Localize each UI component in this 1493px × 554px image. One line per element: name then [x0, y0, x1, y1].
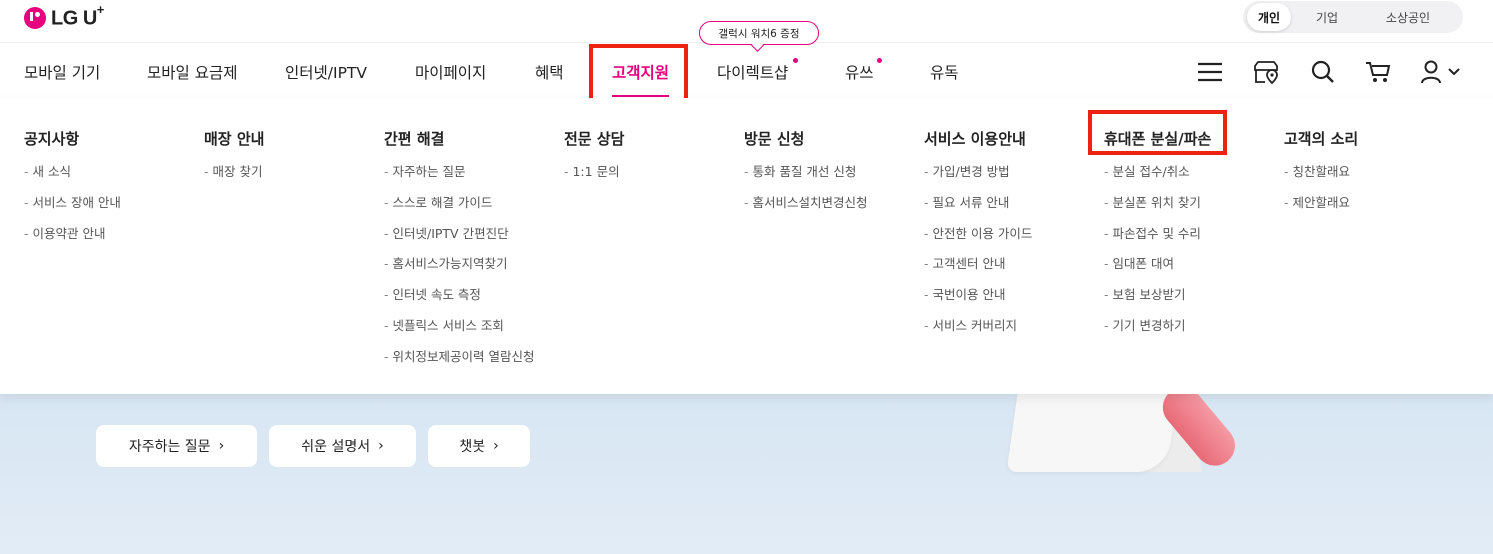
user-menu-icon[interactable] — [1420, 60, 1464, 84]
cart-icon[interactable] — [1365, 60, 1391, 84]
nav-benefits[interactable]: 혜택 — [535, 61, 564, 83]
menu-link-cs-center[interactable]: 고객센터 안내 — [924, 257, 1032, 288]
menu-link-lost-report[interactable]: 분실 접수/취소 — [1104, 165, 1211, 196]
menu-column-lost-damaged: 휴대폰 분실/파손 분실 접수/취소 분실폰 위치 찾기 파손접수 및 수리 임… — [1104, 128, 1211, 350]
menu-link-home-install[interactable]: 홈서비스설치변경신청 — [744, 195, 867, 227]
search-icon[interactable] — [1310, 60, 1336, 84]
menu-link-news[interactable]: 새 소식 — [24, 165, 121, 196]
menu-link-inquiry[interactable]: 1:1 문의 — [564, 165, 624, 196]
chevron-right-icon: › — [493, 438, 499, 454]
chevron-right-icon: › — [218, 438, 225, 454]
chatbot-button[interactable]: 챗봇 › — [428, 425, 530, 467]
chatbot-button-label: 챗봇 — [459, 439, 486, 455]
customer-type-switch: 개인 기업 소상공인 — [1243, 1, 1463, 33]
segment-business[interactable]: 기업 — [1291, 3, 1363, 31]
nav-youth-label: 유쓰 — [845, 64, 874, 82]
easy-guide-button[interactable]: 쉬운 설명서 › — [269, 425, 416, 467]
menu-title-notice[interactable]: 공지사항 — [24, 128, 121, 149]
menu-link-number-use[interactable]: 국번이용 안내 — [924, 288, 1032, 319]
menu-title-visit[interactable]: 방문 신청 — [744, 128, 868, 149]
lgu-logo[interactable]: LG U+ — [24, 2, 104, 30]
menu-link-find-phone[interactable]: 분실폰 위치 찾기 — [1104, 195, 1211, 227]
menu-column-self-help: 간편 해결 자주하는 질문 스스로 해결 가이드 인터넷/IPTV 간편진단 홈… — [384, 128, 534, 381]
menu-link-join-change[interactable]: 가입/변경 방법 — [924, 165, 1032, 196]
menu-link-documents[interactable]: 필요 서류 안내 — [924, 195, 1032, 227]
nav-mobile-devices[interactable]: 모바일 기기 — [24, 61, 100, 83]
menu-title-self-help[interactable]: 간편 해결 — [384, 128, 534, 149]
nav-direct-shop[interactable]: 다이렉트샵 — [717, 58, 798, 83]
menu-title-consult[interactable]: 전문 상담 — [564, 128, 624, 149]
menu-link-self-guide[interactable]: 스스로 해결 가이드 — [384, 195, 534, 227]
store-map-icon[interactable] — [1253, 60, 1279, 84]
nav-direct-shop-label: 다이렉트샵 — [717, 64, 789, 82]
decorative-paper — [1006, 394, 1178, 472]
menu-link-speed-test[interactable]: 인터넷 속도 측정 — [384, 288, 534, 319]
menu-link-coverage[interactable]: 서비스 커버리지 — [924, 319, 1032, 350]
menu-link-terms[interactable]: 이용약관 안내 — [24, 226, 121, 258]
nav-youth[interactable]: 유쓰 — [845, 58, 882, 83]
menu-link-rental-phone[interactable]: 임대폰 대여 — [1104, 257, 1211, 288]
menu-column-consult: 전문 상담 1:1 문의 — [564, 128, 624, 196]
menu-link-location-history[interactable]: 위치정보제공이력 열람신청 — [384, 349, 534, 381]
mega-menu: 공지사항 새 소식 서비스 장애 안내 이용약관 안내 매장 안내 매장 찾기 … — [0, 98, 1493, 394]
menu-link-call-quality[interactable]: 통화 품질 개선 신청 — [744, 165, 868, 196]
menu-link-outage[interactable]: 서비스 장애 안내 — [24, 195, 120, 227]
menu-link-safe-use[interactable]: 안전한 이용 가이드 — [924, 226, 1032, 258]
segment-personal[interactable]: 개인 — [1247, 3, 1291, 31]
easy-guide-button-label: 쉬운 설명서 — [301, 439, 371, 455]
nav-mypage[interactable]: 마이페이지 — [415, 61, 486, 83]
nav-internet-iptv[interactable]: 인터넷/IPTV — [285, 61, 367, 83]
menu-link-service-area[interactable]: 홈서비스가능지역찾기 — [384, 257, 534, 288]
menu-title-voice[interactable]: 고객의 소리 — [1284, 128, 1358, 149]
faq-button[interactable]: 자주하는 질문 › — [96, 425, 257, 467]
menu-title-store[interactable]: 매장 안내 — [204, 128, 264, 149]
menu-link-praise[interactable]: 칭찬할래요 — [1284, 165, 1358, 196]
highlight-box-lost-damaged — [1088, 110, 1227, 155]
menu-link-quick-diagnosis[interactable]: 인터넷/IPTV 간편진단 — [384, 226, 534, 258]
menu-column-notice: 공지사항 새 소식 서비스 장애 안내 이용약관 안내 — [24, 128, 121, 257]
lg-logo-icon — [24, 7, 46, 29]
menu-icon[interactable] — [1197, 60, 1223, 84]
menu-column-store: 매장 안내 매장 찾기 — [204, 128, 264, 196]
menu-link-suggest[interactable]: 제안할래요 — [1284, 195, 1358, 227]
logo-text: LG U+ — [51, 2, 104, 30]
faq-button-label: 자주하는 질문 — [128, 439, 211, 455]
chevron-right-icon: › — [378, 438, 384, 454]
new-dot-icon — [793, 58, 798, 63]
nav-mobile-plans[interactable]: 모바일 요금제 — [147, 61, 238, 83]
menu-column-service-guide: 서비스 이용안내 가입/변경 방법 필요 서류 안내 안전한 이용 가이드 고객… — [924, 128, 1032, 350]
menu-link-find-store[interactable]: 매장 찾기 — [204, 165, 264, 196]
nav-udok[interactable]: 유독 — [930, 61, 959, 83]
menu-link-device-change[interactable]: 기기 변경하기 — [1104, 319, 1211, 350]
menu-column-voice: 고객의 소리 칭찬할래요 제안할래요 — [1284, 128, 1358, 227]
menu-column-visit: 방문 신청 통화 품질 개선 신청 홈서비스설치변경신청 — [744, 128, 868, 227]
menu-link-netflix[interactable]: 넷플릭스 서비스 조회 — [384, 319, 534, 350]
menu-link-insurance[interactable]: 보험 보상받기 — [1104, 288, 1211, 319]
hero-banner: 자주하는 질문 › 쉬운 설명서 › 챗봇 › — [0, 379, 1493, 554]
new-dot-icon — [877, 58, 882, 63]
segment-small-business[interactable]: 소상공인 — [1363, 3, 1453, 31]
menu-link-repair[interactable]: 파손접수 및 수리 — [1104, 226, 1211, 258]
menu-link-faq[interactable]: 자주하는 질문 — [384, 165, 534, 196]
menu-title-service-guide[interactable]: 서비스 이용안내 — [924, 128, 1032, 149]
